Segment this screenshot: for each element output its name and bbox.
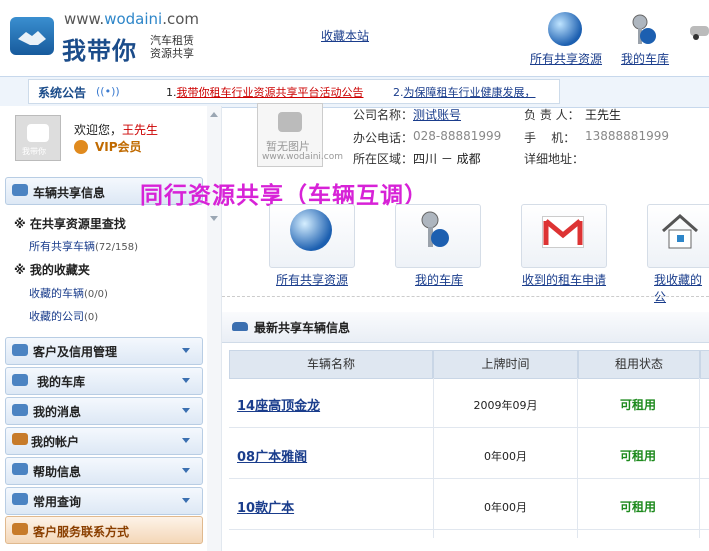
vehicle-name-link[interactable]: 14座高顶金龙	[237, 395, 320, 414]
contact-person-value: 王先生	[585, 108, 622, 122]
sidebar-item-favorite-cars[interactable]: 收藏的车辆(0/0)	[29, 285, 108, 301]
chevron-down-icon	[182, 468, 190, 473]
vip-user-icon	[74, 140, 88, 154]
column-divider	[577, 378, 578, 538]
sidebar-section-label: 车辆共享信息	[33, 186, 106, 200]
chevron-down-icon	[182, 378, 190, 383]
notice-item-1[interactable]: 1.我带你租车行业资源共享平台活动公告	[166, 84, 364, 100]
sidebar-section-label: 常用查询	[33, 495, 82, 509]
sidebar-item-all-shared-vehicles[interactable]: 所有共享车辆(72/158)	[29, 238, 138, 254]
shield-icon	[12, 344, 28, 356]
region-value: 四川 － 成都	[413, 152, 481, 166]
divider	[222, 296, 709, 298]
people-icon	[12, 523, 28, 535]
sidebar-section-label: 客户及信用管理	[33, 345, 118, 359]
sidebar-section-my-garage[interactable]	[5, 367, 203, 395]
car-icon	[12, 374, 28, 386]
scroll-up-arrow-icon[interactable]	[210, 112, 218, 117]
car-icon	[232, 322, 248, 331]
help-icon	[12, 463, 28, 475]
chevron-down-icon	[182, 408, 190, 413]
company-name-label: 公司名称：	[353, 108, 414, 122]
logo-subtitle-2: 资源共享	[150, 47, 194, 60]
house-icon	[660, 212, 700, 250]
broadcast-icon: ((•))	[96, 85, 120, 98]
handshake-logo-icon[interactable]	[10, 17, 54, 55]
mobile-value: 13888881999	[585, 129, 669, 143]
car-keys-icon[interactable]	[628, 12, 658, 53]
logo-url: www.wodaini.com	[64, 10, 200, 28]
rental-status: 可租用	[619, 500, 656, 514]
globe-icon	[290, 209, 332, 251]
user-icon	[12, 433, 28, 445]
car-icon	[12, 184, 28, 196]
registration-date: 0年00月	[484, 501, 527, 514]
column-header-extra	[700, 350, 709, 379]
tools-icon	[12, 493, 28, 505]
sidebar-favorites-heading: ※ 我的收藏夹	[14, 263, 90, 277]
nav-my-garage[interactable]: 我的车库	[621, 50, 669, 67]
vehicle-name-link[interactable]: 08广本雅阁	[237, 446, 307, 465]
column-header-registration-date: 上牌时间	[433, 350, 578, 379]
rental-status: 可租用	[619, 449, 656, 463]
vip-level: VIP会员	[95, 140, 142, 154]
globe-icon[interactable]	[548, 12, 582, 46]
car-keys-icon	[416, 210, 452, 252]
region-label: 所在区域：	[353, 152, 414, 166]
vertical-scrollbar[interactable]	[207, 106, 222, 551]
rental-status: 可租用	[619, 398, 656, 412]
quick-label-my-garage[interactable]: 我的车库	[415, 271, 463, 288]
office-phone-value: 028-88881999	[413, 129, 502, 143]
address-label: 详细地址：	[524, 152, 585, 166]
section-title: 最新共享车辆信息	[254, 321, 351, 335]
sidebar-section-label: 我的帐户	[31, 435, 80, 449]
quick-label-favorites[interactable]: 我收藏的公	[654, 271, 709, 305]
column-header-vehicle-name: 车辆名称	[229, 350, 433, 379]
scroll-down-arrow-icon[interactable]	[210, 216, 218, 221]
nav-all-shared-resources[interactable]: 所有共享资源	[530, 50, 602, 67]
column-divider	[699, 378, 700, 538]
notice-item-2[interactable]: 2.为保障租车行业健康发展，	[393, 84, 536, 100]
mobile-label: 手 机：	[524, 131, 576, 145]
company-logo-placeholder: 暂无图片 www.wodaini.com	[257, 103, 343, 167]
sidebar-section-label: 帮助信息	[33, 465, 82, 479]
chevron-down-icon	[182, 438, 190, 443]
vehicle-name-link[interactable]: 10款广本	[237, 497, 294, 516]
column-divider	[433, 378, 434, 538]
gmail-icon	[542, 216, 584, 248]
registration-date: 0年00月	[484, 450, 527, 463]
customer-service-label: 客户服务联系方式	[33, 525, 130, 539]
avatar: 我带你	[15, 115, 61, 161]
sidebar-search-heading: ※ 在共享资源里查找	[14, 217, 126, 231]
notice-title: 系统公告	[38, 86, 87, 100]
company-name-value[interactable]: 测试账号	[413, 106, 461, 123]
welcome-text: 欢迎您，王先生	[74, 123, 159, 137]
column-header-rental-status: 租用状态	[578, 350, 700, 379]
chevron-down-icon	[182, 348, 190, 353]
sidebar-section-label: 我的消息	[33, 405, 82, 419]
office-phone-label: 办公电话：	[353, 131, 414, 145]
car-icon[interactable]	[688, 18, 709, 43]
quick-label-applications[interactable]: 收到的租车申请	[522, 271, 606, 288]
quick-label-all-shared[interactable]: 所有共享资源	[276, 271, 348, 288]
sidebar-section-label: 我的车库	[37, 375, 86, 389]
chevron-down-icon	[182, 498, 190, 503]
contact-person-label: 负 责 人：	[524, 108, 580, 122]
favorite-site-link[interactable]: 收藏本站	[321, 27, 369, 44]
envelope-icon	[12, 404, 28, 416]
logo-name[interactable]: 我带你	[62, 31, 137, 66]
registration-date: 2009年09月	[473, 399, 538, 412]
sidebar-item-favorite-companies[interactable]: 收藏的公司(0)	[29, 308, 98, 324]
